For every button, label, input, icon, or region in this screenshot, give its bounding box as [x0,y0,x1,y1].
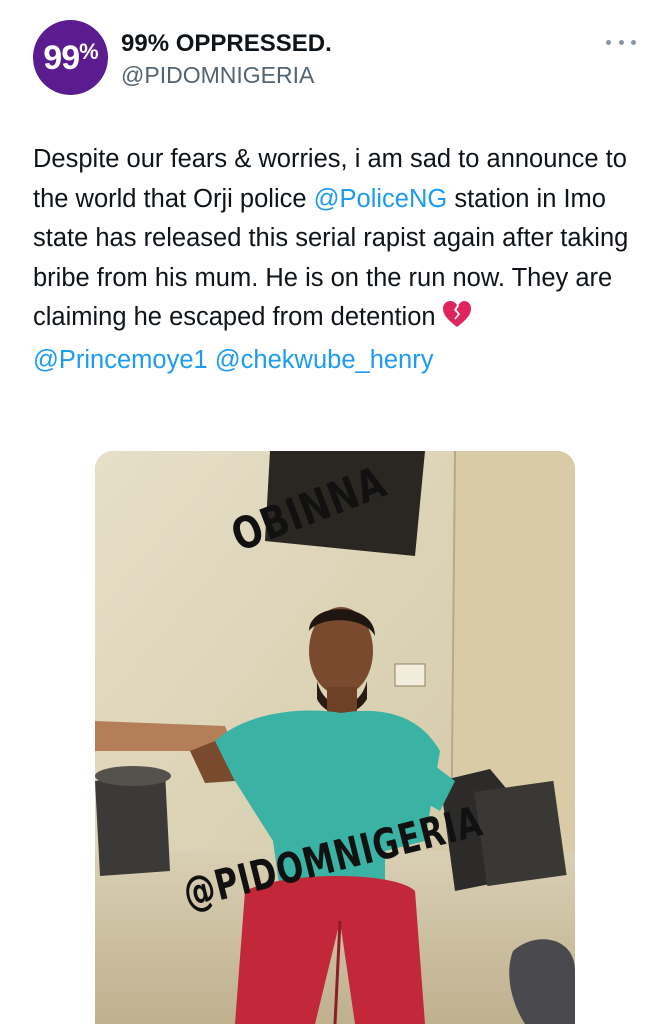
mention-policeng[interactable]: @PoliceNG [314,185,448,213]
tweet-text: Despite our fears & worries, i am sad to… [33,140,643,380]
user-handle[interactable]: @PIDOMNIGERIA [121,62,314,89]
mention-princemoye1[interactable]: @Princemoye1 [33,346,208,374]
display-name[interactable]: 99% OPPRESSED. [121,30,332,58]
broken-heart-icon [442,300,472,341]
mention-chekwube-henry[interactable]: @chekwube_henry [215,346,434,374]
tweet-header: 99% 99% OPPRESSED. @PIDOMNIGERIA [0,0,669,120]
avatar-text: 99 [43,38,80,77]
more-horizontal-icon[interactable] [606,32,636,52]
tweet-media-image[interactable]: OBINNA @PIDOMNIGERIA [95,451,575,1024]
avatar-pct: % [79,38,99,64]
photo-scene [95,451,575,1024]
avatar[interactable]: 99% [33,20,108,95]
